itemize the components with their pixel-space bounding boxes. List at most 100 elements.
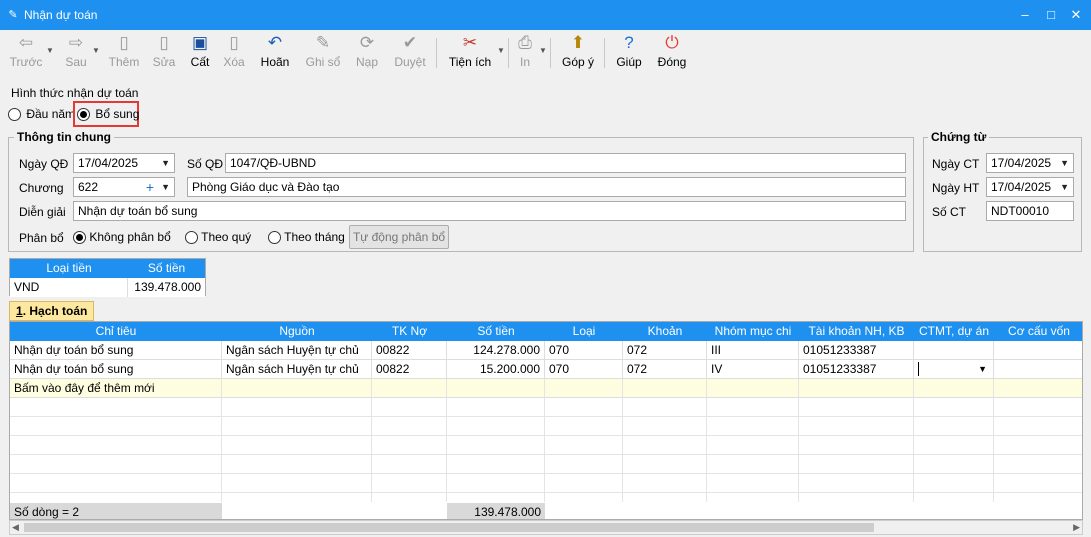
next-dropdown-icon[interactable]: ▼	[92, 46, 100, 55]
table-row-cell[interactable]: 00822	[372, 360, 447, 379]
currency-cell[interactable]: VND	[10, 278, 128, 297]
table-row-cell[interactable]: 124.278.000	[447, 341, 545, 360]
radio-alloc-month[interactable]	[268, 231, 281, 245]
refresh-icon: ⟳	[359, 33, 375, 52]
print-dropdown-icon[interactable]: ▼	[539, 46, 547, 55]
column-divider	[544, 379, 545, 502]
post-date-field[interactable]: 17/04/2025 ▼	[986, 177, 1074, 197]
new-document-icon: ▯	[119, 33, 129, 52]
horizontal-scrollbar[interactable]: ◀ ▶	[9, 520, 1083, 535]
undo-button[interactable]: ↶ Hoãn	[256, 32, 294, 74]
chevron-down-icon[interactable]: ▼	[1060, 154, 1069, 172]
print-button[interactable]: ⎙ In	[512, 32, 538, 74]
table-row-cell[interactable]: IV	[707, 360, 799, 379]
chevron-down-icon[interactable]: ▼	[161, 178, 170, 196]
post-date-label: Ngày HT	[932, 181, 980, 195]
help-button[interactable]: ? Giúp	[612, 32, 646, 74]
option-start-of-year[interactable]: Đầu năm	[8, 107, 75, 123]
undo-arrow-icon: ↶	[267, 33, 283, 52]
alloc-month-option[interactable]: Theo tháng	[268, 230, 345, 245]
table-row-cell[interactable]: Nhận dự toán bổ sung	[10, 341, 222, 360]
option-supplement[interactable]: Bổ sung	[77, 107, 139, 123]
column-divider	[221, 379, 222, 502]
radio-alloc-none[interactable]	[73, 231, 86, 245]
alloc-none-option[interactable]: Không phân bổ	[73, 230, 171, 245]
table-row-cell[interactable]: Ngân sách Huyện tự chủ	[222, 341, 372, 360]
minimize-button[interactable]: –	[1016, 6, 1034, 24]
voucher-date-field[interactable]: 17/04/2025 ▼	[986, 153, 1074, 173]
ctmt-dropdown-cell[interactable]: ▼	[914, 360, 994, 379]
toolbar: ⇦ Trước ▼ ⇨ Sau ▼ ▯ Thêm ▯ Sửa ▣ Cất ▯ X…	[0, 30, 1091, 76]
decision-date-field[interactable]: 17/04/2025 ▼	[73, 153, 175, 173]
table-row-cell[interactable]: 01051233387	[799, 341, 914, 360]
radio-supplement[interactable]	[77, 108, 90, 122]
table-row-cell[interactable]: Nhận dự toán bổ sung	[10, 360, 222, 379]
table-row-cell[interactable]: 070	[545, 341, 623, 360]
col-header-nhom-muc-chi[interactable]: Nhóm mục chi	[707, 322, 799, 341]
utilities-button[interactable]: ✂ Tiện ích	[444, 32, 496, 74]
col-header-loai[interactable]: Loại	[545, 322, 623, 341]
close-window-button[interactable]: ✕	[1067, 6, 1085, 24]
amount-cell[interactable]: 139.478.000	[128, 278, 205, 297]
feedback-button[interactable]: ⬆ Góp ý	[558, 32, 598, 74]
column-divider	[706, 379, 707, 502]
utilities-dropdown-icon[interactable]: ▼	[497, 46, 505, 55]
chapter-field[interactable]: 622 + ▼	[73, 177, 175, 197]
voucher-title: Chứng từ	[928, 130, 990, 144]
table-row-cell[interactable]: 070	[545, 360, 623, 379]
help-icon: ?	[624, 33, 634, 52]
next-button[interactable]: ⇨ Sau	[58, 32, 94, 74]
col-header-ctmt[interactable]: CTMT, dự án	[914, 322, 994, 341]
auto-allocate-button[interactable]: Tự động phân bổ	[349, 225, 449, 249]
add-button[interactable]: ▯ Thêm	[106, 32, 142, 74]
radio-start-of-year[interactable]	[8, 108, 21, 122]
alloc-quarter-option[interactable]: Theo quý	[185, 230, 251, 245]
upload-box-icon: ⬆	[570, 33, 586, 52]
scroll-left-icon[interactable]: ◀	[12, 521, 19, 534]
scrollbar-thumb[interactable]	[24, 523, 874, 532]
decision-no-field[interactable]: 1047/QĐ-UBND	[225, 153, 906, 173]
prev-button[interactable]: ⇦ Trước	[8, 32, 44, 74]
col-header-co-cau-von[interactable]: Cơ cấu vốn	[994, 322, 1082, 341]
description-field[interactable]: Nhận dự toán bổ sung	[73, 201, 906, 221]
tab-accounting[interactable]: 1. Hạch toán	[9, 301, 95, 321]
load-button[interactable]: ⟳ Nạp	[352, 32, 382, 74]
table-row-cell[interactable]	[914, 341, 994, 360]
chevron-down-icon[interactable]: ▼	[978, 360, 987, 378]
table-row-cell[interactable]: 15.200.000	[447, 360, 545, 379]
chevron-down-icon[interactable]: ▼	[1060, 178, 1069, 196]
col-header-nguon[interactable]: Nguồn	[222, 322, 372, 341]
table-row-cell[interactable]	[994, 341, 1082, 360]
add-icon[interactable]: +	[146, 178, 154, 196]
toolbar-separator	[508, 38, 509, 68]
col-header-chi-tieu[interactable]: Chỉ tiêu	[10, 322, 222, 341]
table-row-cell[interactable]	[994, 360, 1082, 379]
table-row-cell[interactable]: III	[707, 341, 799, 360]
approve-button[interactable]: ✔ Duyệt	[390, 32, 430, 74]
table-row-cell[interactable]: 00822	[372, 341, 447, 360]
col-header-so-tien[interactable]: Số tiền	[447, 322, 545, 341]
radio-alloc-quarter[interactable]	[185, 231, 198, 245]
col-header-tk-no[interactable]: TK Nợ	[372, 322, 447, 341]
save-button[interactable]: ▣ Cất	[184, 32, 216, 74]
table-row-cell[interactable]: Ngân sách Huyện tự chủ	[222, 360, 372, 379]
decision-no-label: Số QĐ	[187, 157, 224, 171]
scroll-right-icon[interactable]: ▶	[1073, 521, 1080, 534]
currency-header: Loại tiền	[10, 259, 128, 278]
table-row-cell[interactable]: 072	[623, 341, 707, 360]
prev-dropdown-icon[interactable]: ▼	[46, 46, 54, 55]
delete-button[interactable]: ▯ Xóa	[218, 32, 250, 74]
edit-button[interactable]: ▯ Sửa	[148, 32, 180, 74]
chevron-down-icon[interactable]: ▼	[161, 154, 170, 172]
add-new-row[interactable]: Bấm vào đây để thêm mới	[10, 379, 1082, 398]
close-button[interactable]: ⏻ Đóng	[654, 32, 690, 74]
maximize-button[interactable]: □	[1042, 6, 1060, 24]
empty-rows	[10, 398, 1082, 502]
post-button[interactable]: ✎ Ghi sổ	[302, 32, 344, 74]
table-row-cell[interactable]: 072	[623, 360, 707, 379]
col-header-tai-khoan[interactable]: Tài khoản NH, KB	[799, 322, 914, 341]
voucher-date-label: Ngày CT	[932, 157, 980, 171]
col-header-khoan[interactable]: Khoản	[623, 322, 707, 341]
voucher-number-field[interactable]: NDT00010	[986, 201, 1074, 221]
table-row-cell[interactable]: 01051233387	[799, 360, 914, 379]
